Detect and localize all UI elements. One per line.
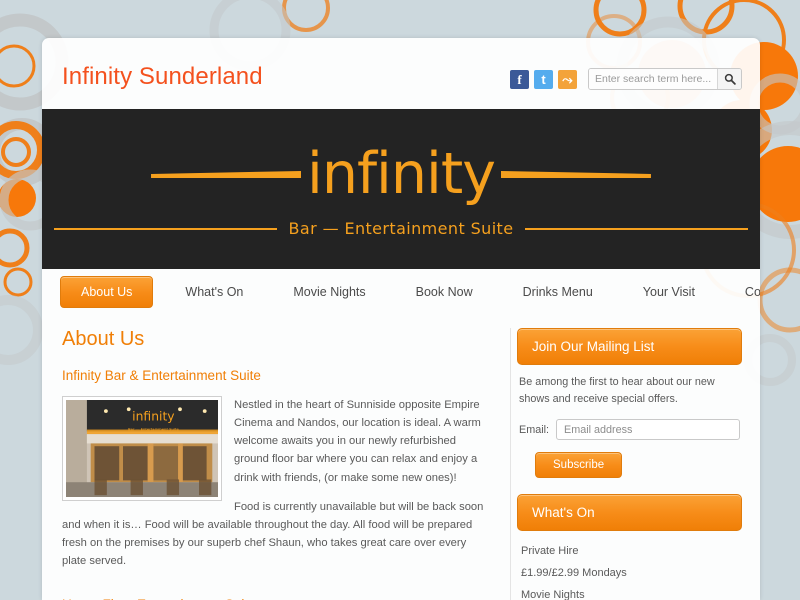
logo-swash-left-icon (151, 171, 302, 178)
section-heading-infinity-bar: Infinity Bar & Entertainment Suite (62, 368, 261, 383)
logo-tagline-row: Bar — Entertainment Suite (42, 219, 760, 238)
about-block: infinity Bar — Entertainment Suite Nestl… (62, 396, 488, 581)
twitter-icon[interactable]: t (534, 69, 553, 89)
nav-item-about-us[interactable]: About Us (60, 275, 154, 308)
logo-wordmark-row: infinity (42, 146, 760, 203)
nav-item-your-visit[interactable]: Your Visit (629, 276, 709, 308)
sidebar: Join Our Mailing List Be among the first… (510, 328, 760, 600)
rss-icon[interactable]: ⤳ (558, 69, 577, 89)
main-navigation: About Us What's On Movie Nights Book Now… (42, 269, 760, 314)
logo-banner: infinity Bar — Entertainment Suite (42, 109, 760, 269)
bar-exterior-image: infinity Bar — Entertainment Suite (66, 400, 218, 497)
list-item[interactable]: £1.99/£2.99 Mondays (519, 562, 740, 584)
nav-item-movie-nights[interactable]: Movie Nights (279, 276, 379, 308)
bar-exterior-photo: infinity Bar — Entertainment Suite (62, 396, 222, 501)
svg-text:Bar — Entertainment Suite: Bar — Entertainment Suite (128, 428, 180, 432)
search-input[interactable] (589, 69, 717, 89)
mailing-list-description: Be among the first to hear about our new… (519, 376, 715, 405)
logo-swash-right-icon (500, 171, 651, 178)
nav-item-book-now[interactable]: Book Now (402, 276, 487, 308)
site-header: Infinity Sunderland f t ⤳ (42, 38, 760, 109)
svg-text:infinity: infinity (132, 409, 174, 423)
logo-rule-left (54, 227, 277, 230)
email-field[interactable] (556, 419, 740, 441)
list-item[interactable]: Private Hire (519, 540, 740, 562)
logo-wordmark: infinity (307, 141, 496, 207)
logo-rule-right (525, 227, 748, 230)
nav-item-whats-on[interactable]: What's On (171, 276, 257, 308)
mailing-list-header: Join Our Mailing List (517, 328, 742, 365)
search-box (588, 68, 742, 90)
search-icon (724, 73, 736, 85)
content-area: About Us Infinity Bar & Entertainment Su… (42, 314, 760, 600)
subscribe-button[interactable]: Subscribe (535, 452, 623, 479)
nav-item-contact-us[interactable]: Contact Us (731, 276, 760, 308)
logo-tagline: Bar — Entertainment Suite (288, 219, 514, 238)
nav-item-drinks-menu[interactable]: Drinks Menu (509, 276, 607, 308)
page-container: Infinity Sunderland f t ⤳ infinity (42, 38, 760, 600)
widget-mailing-list: Join Our Mailing List Be among the first… (517, 328, 742, 479)
whats-on-list: Private Hire £1.99/£2.99 Mondays Movie N… (519, 540, 740, 600)
email-label: Email: (519, 423, 549, 436)
email-row: Email: (519, 419, 740, 441)
page-title: About Us (62, 328, 145, 350)
about-paragraph-2: Food is currently unavailable but will b… (62, 500, 484, 568)
widget-whats-on: What's On Private Hire £1.99/£2.99 Monda… (517, 494, 742, 600)
list-item[interactable]: Movie Nights (519, 584, 740, 600)
main-column: About Us Infinity Bar & Entertainment Su… (42, 328, 510, 600)
search-button[interactable] (717, 69, 741, 89)
facebook-icon[interactable]: f (510, 69, 529, 89)
whats-on-header: What's On (517, 494, 742, 532)
header-tools: f t ⤳ (510, 68, 742, 90)
site-title: Infinity Sunderland (62, 63, 263, 90)
